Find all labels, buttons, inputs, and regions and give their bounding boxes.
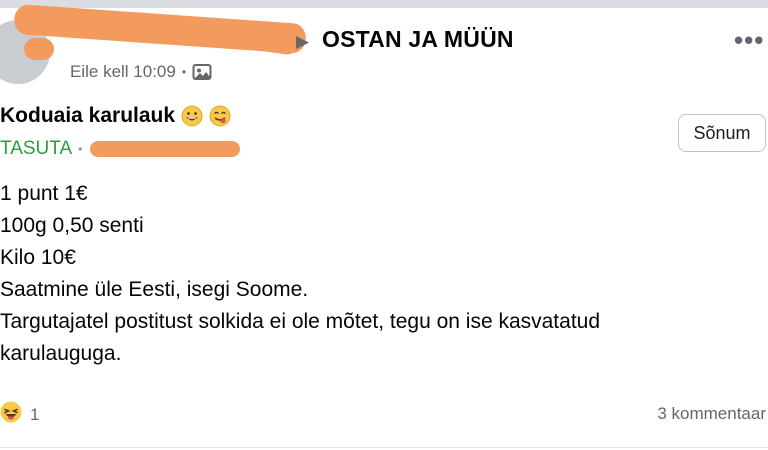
redaction-mark bbox=[24, 38, 54, 60]
body-line: 100g 0,50 senti bbox=[0, 214, 144, 237]
divider bbox=[0, 447, 768, 448]
reaction-count: 1 bbox=[30, 404, 40, 424]
comments-link[interactable]: 3 kommentaar bbox=[657, 404, 766, 424]
body-line: Kilo 10€ bbox=[0, 246, 76, 269]
listing-title-text: Koduaia karulauk bbox=[0, 104, 176, 127]
price-row: TASUTA • bbox=[0, 138, 241, 160]
photo-icon[interactable] bbox=[192, 63, 212, 81]
meta-separator: • bbox=[181, 65, 187, 79]
body-line: Targutajatel postitust solkida ei ole mõ… bbox=[0, 310, 601, 333]
listing-title: Koduaia karulauk bbox=[0, 104, 231, 128]
body-line: 1 punt 1€ bbox=[0, 182, 88, 205]
redaction-mark bbox=[90, 141, 241, 157]
face-savoring-food-icon bbox=[209, 105, 231, 127]
post-meta: Eile kell 10:09 • bbox=[70, 62, 212, 82]
post-header: ira ▶ OSTAN JA MÜÜN Eile kell 10:09 • ••… bbox=[0, 3, 768, 94]
group-name-link[interactable]: OSTAN JA MÜÜN bbox=[322, 26, 514, 53]
arrow-right-icon: ▶ bbox=[296, 32, 310, 51]
grinning-face-icon bbox=[181, 105, 203, 127]
body-line: Saatmine üle Eesti, isegi Soome. bbox=[0, 278, 309, 301]
top-separator bbox=[0, 0, 768, 8]
price-separator: • bbox=[78, 142, 83, 156]
reactions-summary[interactable]: 1 bbox=[0, 401, 39, 428]
post-body: 1 punt 1€ 100g 0,50 senti Kilo 10€ Saatm… bbox=[0, 178, 600, 370]
timestamp[interactable]: Eile kell 10:09 bbox=[70, 62, 176, 82]
message-button[interactable]: Sõnum bbox=[678, 114, 766, 152]
more-options-button[interactable]: ••• bbox=[734, 25, 764, 56]
price-label: TASUTA bbox=[0, 138, 73, 159]
body-line: karulauguga. bbox=[0, 342, 122, 365]
laughing-face-icon bbox=[0, 401, 22, 428]
